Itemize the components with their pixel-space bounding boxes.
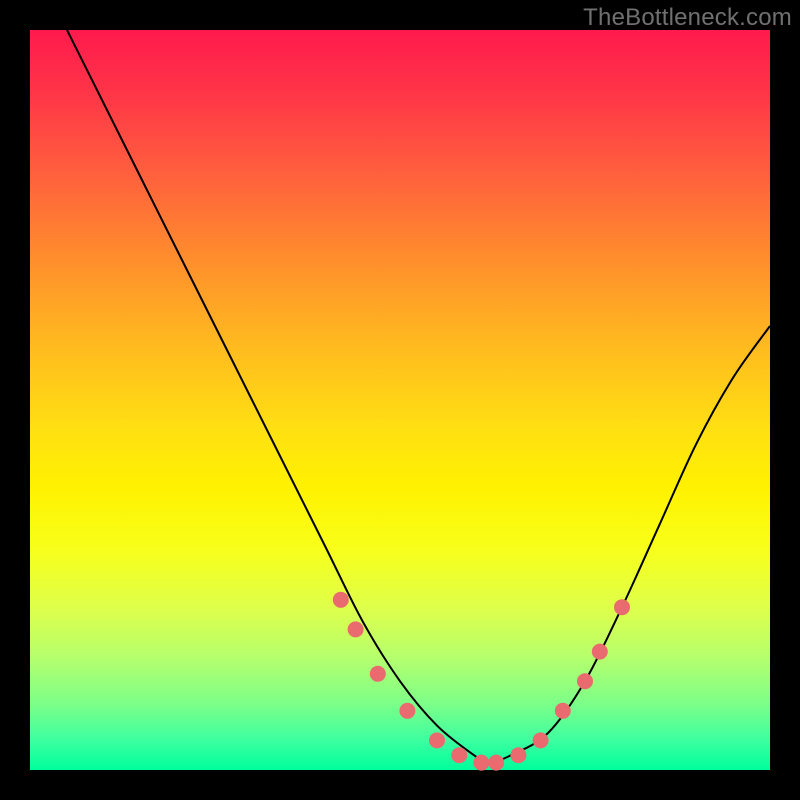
highlight-dot <box>429 732 445 748</box>
highlight-dot <box>510 747 526 763</box>
highlight-dots-group <box>333 592 630 771</box>
highlight-dot <box>333 592 349 608</box>
bottleneck-curve-path <box>67 30 770 763</box>
highlight-dot <box>399 703 415 719</box>
highlight-dot <box>348 621 364 637</box>
highlight-dot <box>592 644 608 660</box>
highlight-dot <box>370 666 386 682</box>
highlight-dot <box>577 673 593 689</box>
plot-area <box>30 30 770 770</box>
highlight-dot <box>533 732 549 748</box>
highlight-dot <box>488 755 504 771</box>
highlight-dot <box>614 599 630 615</box>
highlight-dot <box>555 703 571 719</box>
highlight-dot <box>451 747 467 763</box>
highlight-dot <box>473 755 489 771</box>
watermark-text: TheBottleneck.com <box>583 4 792 32</box>
chart-frame: TheBottleneck.com <box>0 0 800 800</box>
chart-svg <box>30 30 770 770</box>
